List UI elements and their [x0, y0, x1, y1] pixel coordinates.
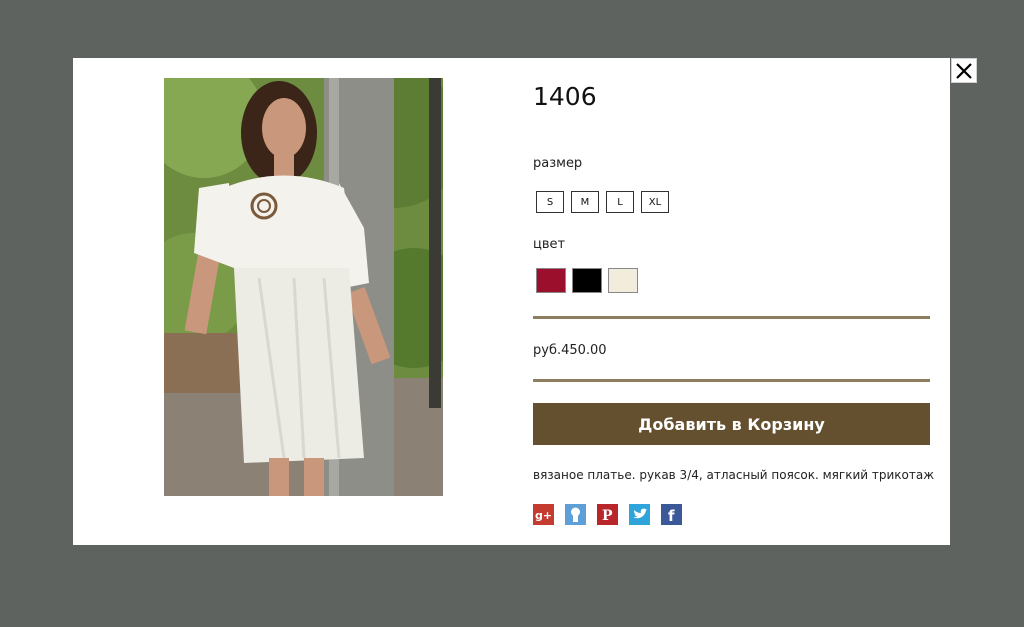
divider-bottom: [533, 379, 930, 382]
pinterest-icon[interactable]: P: [597, 504, 618, 525]
size-option-xl[interactable]: XL: [641, 191, 669, 213]
size-options: S M L XL: [536, 191, 669, 213]
add-to-cart-button[interactable]: Добавить в Корзину: [533, 403, 930, 445]
product-quickview-modal: 1406 размер S M L XL цвет руб.450.00 Доб…: [73, 58, 950, 545]
svg-text:P: P: [602, 508, 613, 524]
share-buttons: g+ P f: [533, 504, 682, 525]
divider-top: [533, 316, 930, 319]
color-label: цвет: [533, 237, 566, 252]
close-button[interactable]: [951, 58, 977, 83]
color-swatch-black[interactable]: [572, 268, 602, 293]
close-icon: [956, 63, 972, 79]
google-plus-icon[interactable]: g+: [533, 504, 554, 525]
svg-text:g+: g+: [535, 509, 552, 522]
color-options: [536, 268, 638, 293]
facebook-icon[interactable]: f: [661, 504, 682, 525]
size-option-l[interactable]: L: [606, 191, 634, 213]
color-swatch-burgundy[interactable]: [536, 268, 566, 293]
twitter-icon[interactable]: [629, 504, 650, 525]
product-price: руб.450.00: [533, 343, 607, 358]
color-swatch-cream[interactable]: [608, 268, 638, 293]
product-title: 1406: [533, 82, 597, 111]
odnoklassniki-icon[interactable]: [565, 504, 586, 525]
size-label: размер: [533, 156, 583, 171]
size-option-s[interactable]: S: [536, 191, 564, 213]
svg-text:f: f: [668, 507, 675, 525]
product-description: вязаное платье. рукав 3/4, атласный пояс…: [533, 468, 935, 482]
size-option-m[interactable]: M: [571, 191, 599, 213]
product-photo: [164, 78, 443, 496]
